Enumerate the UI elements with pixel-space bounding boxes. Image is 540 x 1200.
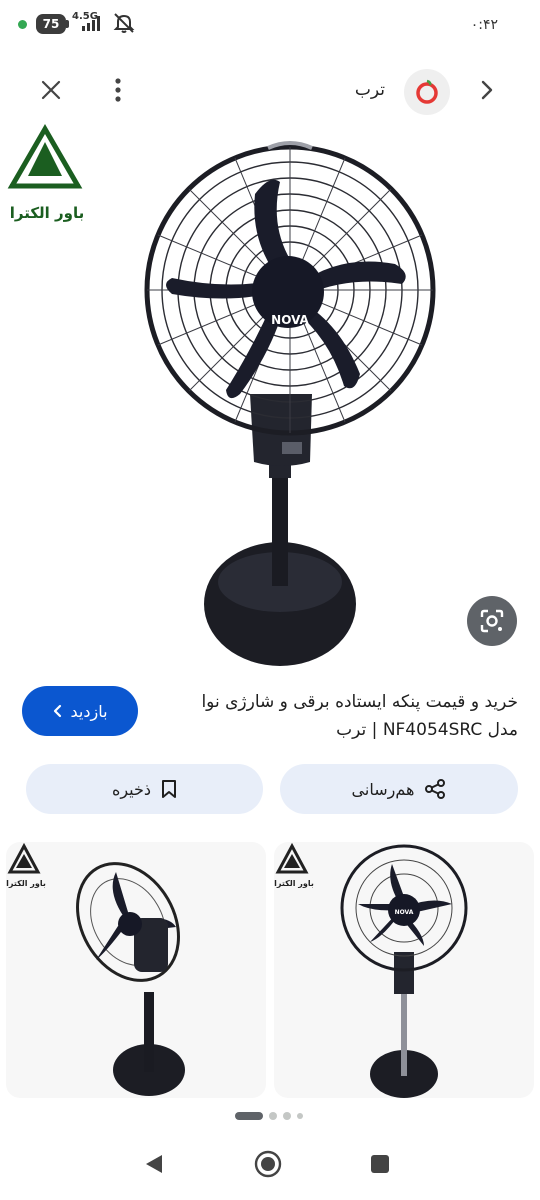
close-button[interactable] [35,74,67,106]
google-lens-button[interactable] [467,596,517,646]
square-recents-icon[interactable] [370,1154,390,1174]
notification-dot [18,20,27,29]
related-image-1[interactable]: باور الكترا [6,842,266,1098]
related-brand-2: NOVA [395,909,414,916]
product-image[interactable]: باور الكترا NOVA [0,124,540,672]
pager-dot [269,1112,277,1120]
battery-tip [66,20,69,28]
related-watermark-1: باور الكترا [6,879,46,888]
visit-label: بازدید [70,701,108,721]
watermark-logo [7,124,83,189]
torob-logo-icon [416,79,438,104]
save-button[interactable]: ذخیره [26,764,263,814]
google-lens-icon [480,609,504,633]
triangle-back-icon[interactable] [142,1152,166,1176]
chevron-left-icon [54,704,62,718]
watermark-text: باور الكترا [10,204,85,222]
viewer-top-bar: ترب [0,60,540,124]
related-image-2[interactable]: باور الكترا NOVA [274,842,534,1098]
pager-dot-active [235,1112,263,1120]
pager-dots [0,1108,540,1122]
clock: ۰:۴۲ [470,17,498,33]
save-label: ذخیره [111,779,152,799]
chevron-right-icon [481,80,493,100]
signal-icon [82,16,100,31]
open-source-button[interactable] [472,75,502,105]
circle-home-icon[interactable] [254,1150,282,1178]
share-button[interactable]: هم‌رسانی [280,764,518,814]
share-icon [425,779,446,799]
pager-dot [297,1113,303,1119]
related-fan-1: باور الكترا [6,842,185,1096]
share-label: هم‌رسانی [351,779,415,799]
result-title[interactable]: خرید و قیمت پنکه ایستاده برقی و شارژی نو… [180,688,518,744]
fan-illustration: باور الكترا NOVA [7,124,436,666]
close-icon [41,80,61,100]
bookmark-icon [162,780,177,798]
visit-button[interactable]: بازدید [22,686,138,736]
battery-indicator: 75 [36,14,66,34]
site-name[interactable]: ترب [355,80,385,100]
pager-dot [283,1112,291,1120]
more-vert-icon [115,78,121,102]
more-options-button[interactable] [106,74,130,106]
related-watermark-2: باور الكترا [274,879,314,888]
related-fan-2: باور الكترا NOVA [274,842,468,1098]
fan-brand-label: NOVA [271,313,309,327]
notifications-off-icon [113,13,135,33]
site-logo[interactable] [404,69,450,115]
status-bar: 75 4.5G ۰:۴۲ [0,0,540,50]
system-navigation-bar [0,1140,540,1200]
